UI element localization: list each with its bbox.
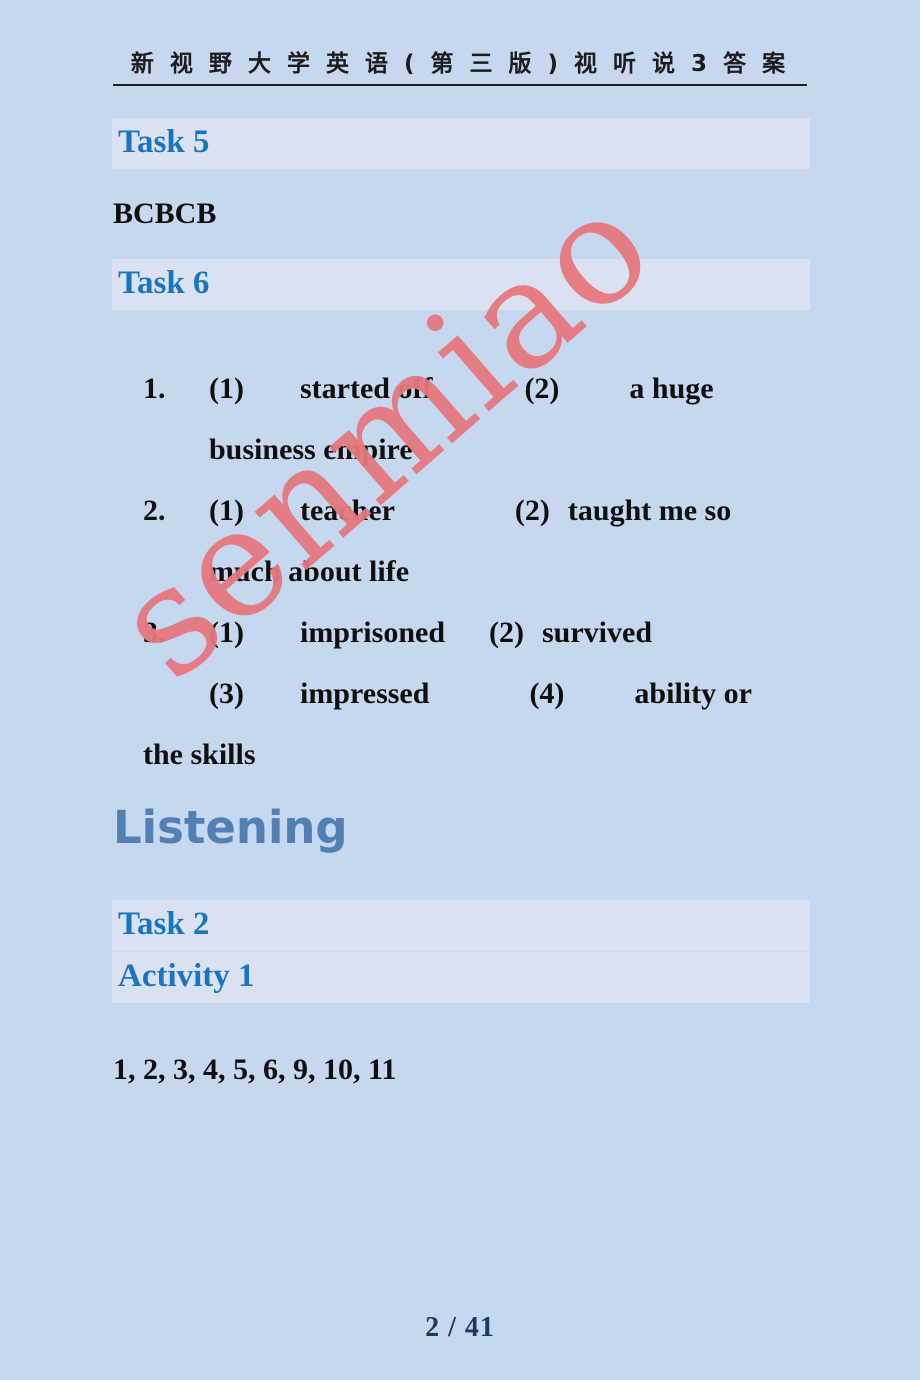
part-value-3-2: survived (542, 616, 653, 649)
part-value-2-1: teacher (299, 494, 395, 527)
continuation-1: business empire (209, 433, 413, 466)
document-header-title: 新 视 野 大 学 英 语 ( 第 三 版 ) 视 听 说 3 答 案 (113, 44, 807, 86)
part-label-2-2: (2) (514, 494, 550, 527)
answer-listening-activity1: 1, 2, 3, 4, 5, 6, 9, 10, 11 (113, 1053, 397, 1086)
part-value-1-1: started off (299, 372, 433, 405)
item-number-2: 2. (143, 494, 166, 527)
part-label-3-3: (3) (209, 677, 244, 710)
section-title-listening: Listening (113, 801, 348, 854)
answer-row-3-continuation: the skills (113, 710, 873, 800)
part-label-3-4: (4) (529, 677, 565, 710)
banner-label-task5: Task 5 (118, 124, 210, 160)
part-label-2-1: (1) (209, 494, 244, 527)
part-value-2-2: taught me so (567, 494, 732, 527)
section-banner-task5: Task 5 (112, 118, 810, 169)
part-label-1-1: (1) (209, 372, 244, 405)
item-number-1: 1. (143, 372, 166, 405)
banner-label-task2: Task 2 (118, 906, 210, 942)
answer-task5: BCBCB (113, 197, 217, 230)
part-label-3-1: (1) (209, 616, 244, 649)
section-banner-task6: Task 6 (112, 259, 810, 310)
banner-label-activity1: Activity 1 (112, 951, 810, 1003)
part-label-3-2: (2) (489, 616, 524, 649)
document-page: 新 视 野 大 学 英 语 ( 第 三 版 ) 视 听 说 3 答 案 Task… (0, 0, 920, 1380)
part-value-1-2: a huge (629, 372, 714, 405)
continuation-2: much about life (209, 555, 410, 588)
part-value-3-3: impressed (299, 677, 430, 710)
part-value-3-1: imprisoned (299, 616, 446, 649)
banner-label-task6: Task 6 (118, 265, 210, 301)
item-number-3: 3. (143, 616, 166, 649)
section-banner-listening-tasks: Task 2 Activity 1 (112, 900, 810, 1003)
part-label-1-2: (2) (524, 372, 560, 405)
page-number-footer: 2 / 41 (425, 1312, 495, 1343)
part-value-3-4: ability or (634, 677, 752, 710)
continuation-3: the skills (143, 738, 256, 771)
